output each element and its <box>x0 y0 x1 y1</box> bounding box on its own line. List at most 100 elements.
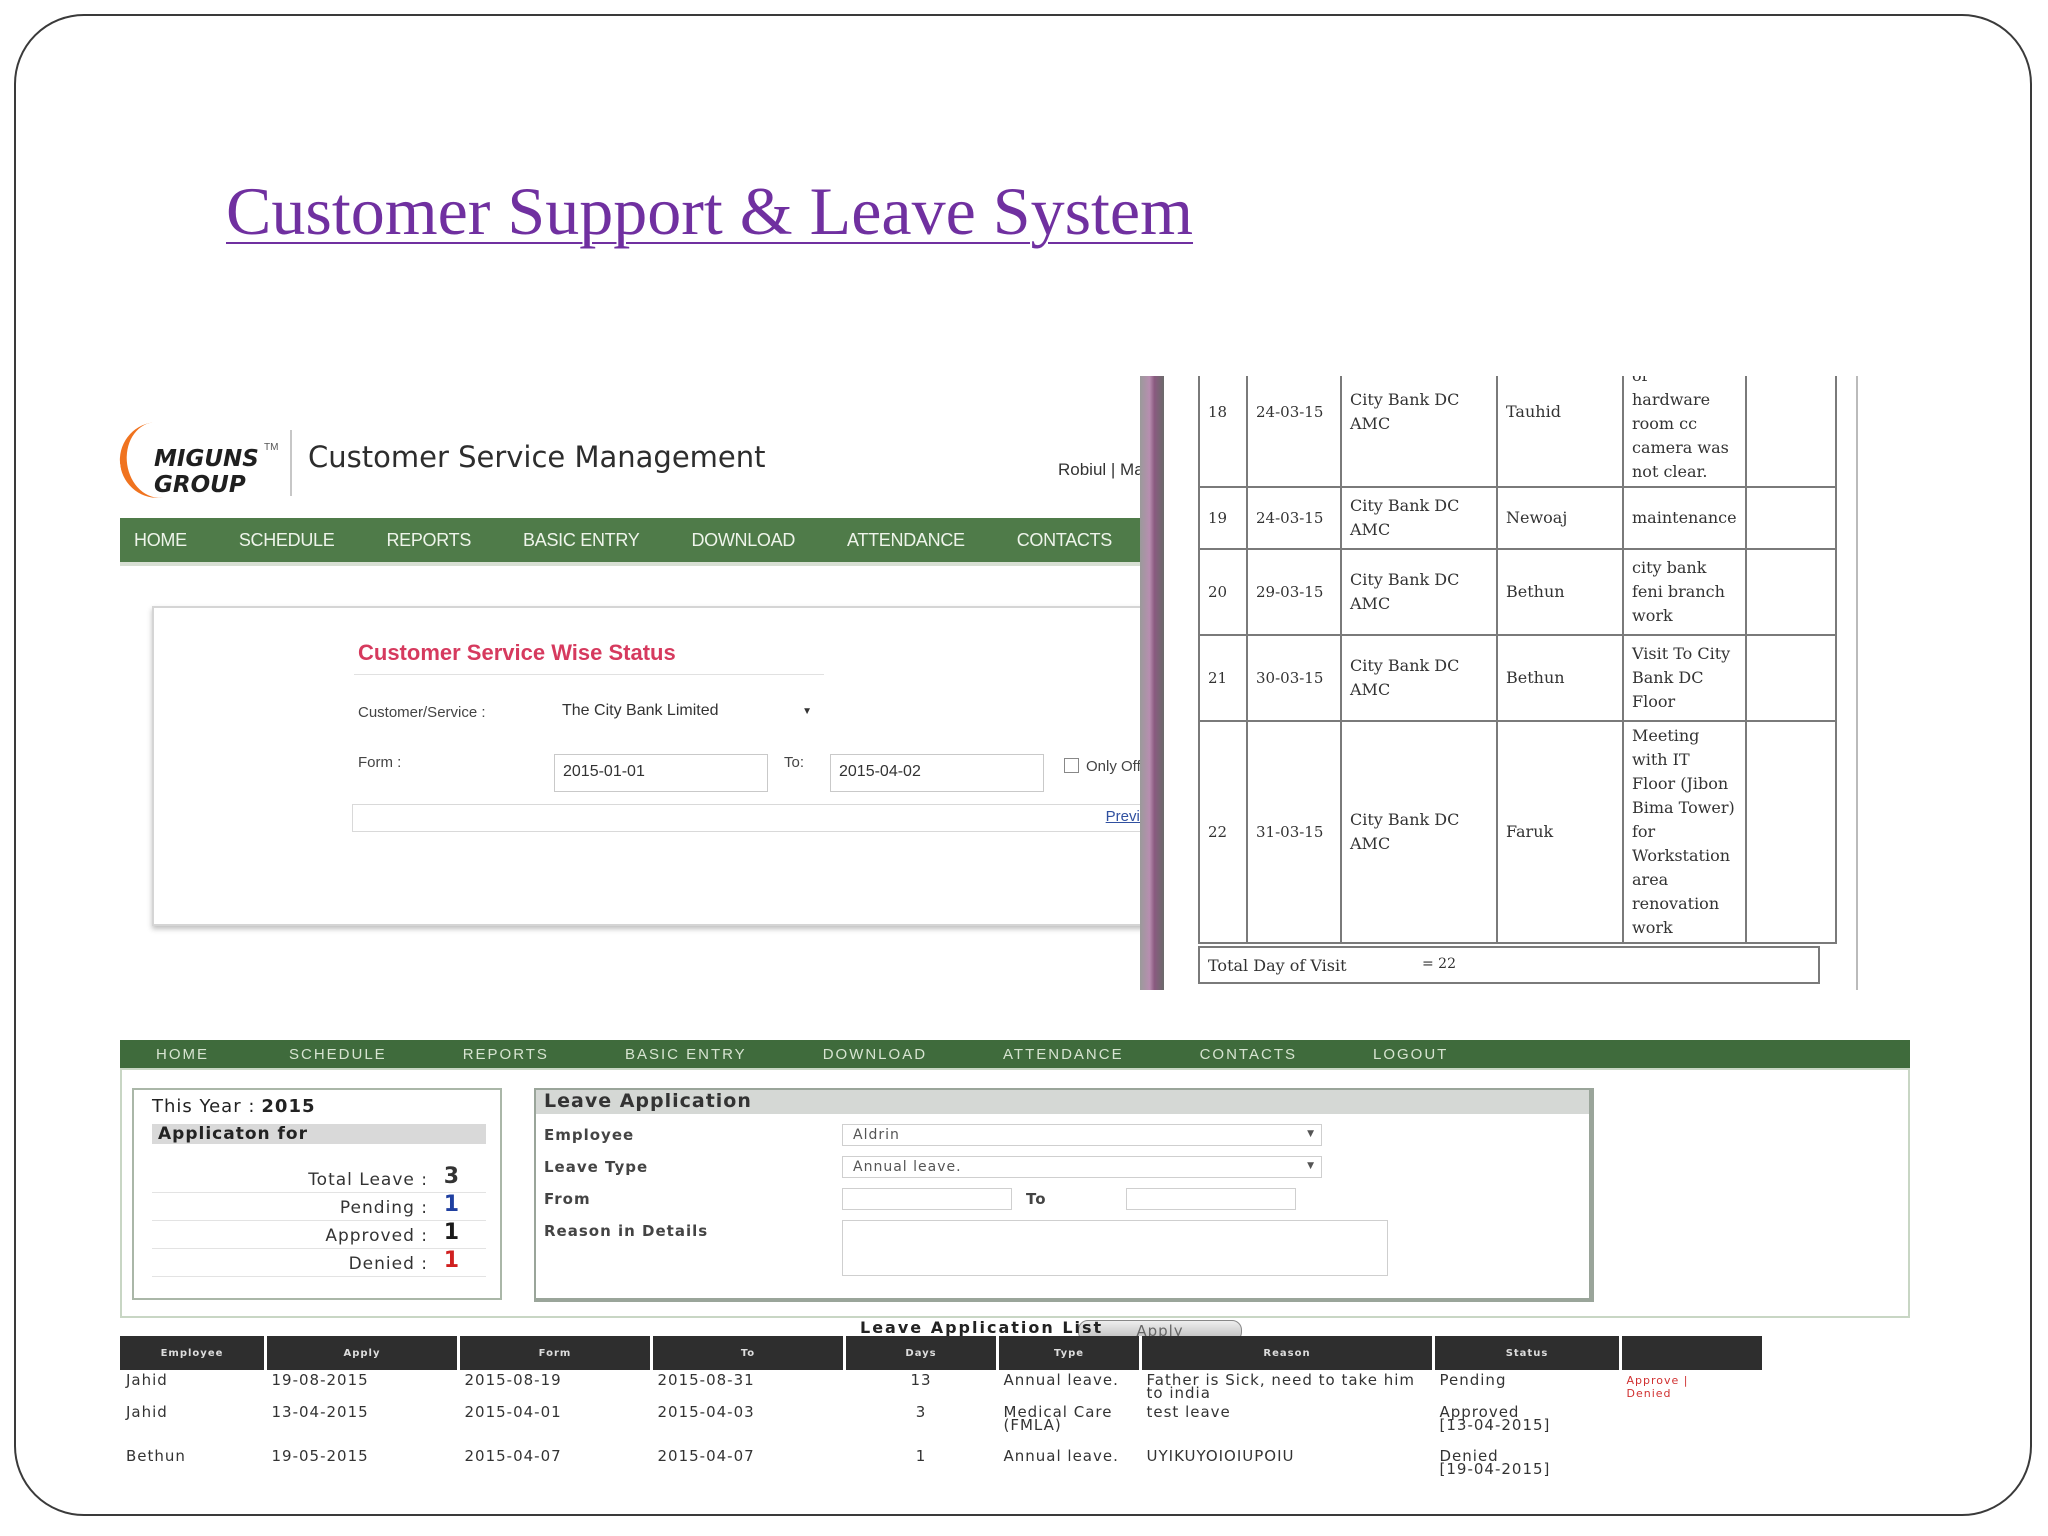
cell-apply: 13-04-2015 <box>271 1403 369 1421</box>
leave-summary: This Year :2015 Applicaton for Total Lea… <box>132 1088 502 1300</box>
cell-apply: 19-05-2015 <box>271 1447 369 1465</box>
summary-approved: Approved : 1 <box>152 1220 486 1249</box>
nav-basic-entry[interactable]: BASIC ENTRY <box>523 530 640 551</box>
to-date-input[interactable]: 2015-04-02 <box>830 754 1044 792</box>
visit-client: City Bank DC AMC <box>1340 634 1498 722</box>
logo-line1: MIGUNS <box>154 446 259 472</box>
visit-client: City Bank DC AMC <box>1340 548 1498 636</box>
nav-attendance[interactable]: ATTENDANCE <box>1003 1046 1124 1063</box>
to-date-input[interactable] <box>1126 1188 1296 1210</box>
leave-body: This Year :2015 Applicaton for Total Lea… <box>120 1068 1910 1342</box>
visit-extra <box>1744 634 1837 722</box>
status-text: Pending <box>1439 1371 1507 1389</box>
nav-contacts[interactable]: CONTACTS <box>1200 1046 1297 1063</box>
deny-link[interactable]: Denied <box>1627 1387 1758 1400</box>
nav-logout[interactable]: LOGOUT <box>1373 1046 1448 1063</box>
cell-reason: test leave <box>1146 1403 1231 1421</box>
approve-link[interactable]: Approve | <box>1627 1374 1758 1387</box>
visit-work-text: hardware room cc camera was not clear. <box>1632 390 1729 481</box>
window-splitter[interactable] <box>1140 376 1164 990</box>
status-panel: Customer Service Wise Status Customer/Se… <box>152 606 1148 926</box>
slide-title: Customer Support & Leave System <box>226 173 1194 249</box>
employee-select[interactable]: Aldrin ▼ <box>842 1124 1322 1146</box>
header-divider <box>290 430 292 496</box>
table-row: Jahid 13-04-2015 2015-04-01 2015-04-03 3… <box>120 1402 1764 1446</box>
visit-date: 31-03-15 <box>1246 720 1342 944</box>
chevron-down-icon: ▼ <box>1307 1129 1315 1139</box>
cell-status: Pending <box>1434 1370 1621 1402</box>
table-row: 21 30-03-15 City Bank DC AMC Bethun Visi… <box>1198 634 1837 722</box>
cell-employee: Jahid <box>126 1403 168 1421</box>
nav-home[interactable]: HOME <box>156 1046 209 1063</box>
cell-employee: Jahid <box>126 1371 168 1389</box>
nav-contacts[interactable]: CONTACTS <box>1017 530 1113 551</box>
employee-label: Employee <box>544 1126 635 1144</box>
nav-reports[interactable]: REPORTS <box>386 530 471 551</box>
visit-work: Visit To City Bank DC Floor <box>1622 634 1747 722</box>
csm-screenshot: MIGUNS GROUP TM Customer Service Managem… <box>118 400 1148 990</box>
leave-application-form: Leave Application Employee Aldrin ▼ Leav… <box>534 1088 1594 1302</box>
this-year-value: 2015 <box>261 1096 316 1117</box>
from-date-input[interactable]: 2015-01-01 <box>554 754 768 792</box>
summary-total: Total Leave : 3 <box>152 1164 486 1193</box>
form-title: Leave Application <box>536 1090 1589 1114</box>
status-date: [13-04-2015] <box>1439 1416 1551 1434</box>
summary-denied: Denied : 1 <box>152 1248 486 1277</box>
col-apply: Apply <box>265 1336 460 1370</box>
visit-date: 24-03-15 <box>1246 486 1342 550</box>
cell-to: 2015-04-03 <box>657 1403 755 1421</box>
visit-extra <box>1744 720 1837 944</box>
nav-basic-entry[interactable]: BASIC ENTRY <box>625 1046 747 1063</box>
customer-select[interactable]: The City Bank Limited ▼ <box>554 694 820 732</box>
this-year-label: This Year : <box>152 1096 256 1117</box>
cell-form: 2015-04-07 <box>464 1447 562 1465</box>
customer-label: Customer/Service : <box>358 704 486 721</box>
nav-home[interactable]: HOME <box>134 530 187 551</box>
nav-schedule[interactable]: SCHEDULE <box>239 530 335 551</box>
nav-schedule[interactable]: SCHEDULE <box>289 1046 387 1063</box>
col-to: To <box>651 1336 846 1370</box>
col-reason: Reason <box>1140 1336 1435 1370</box>
visit-total-bar: Total Day of Visit = 22 <box>1198 946 1820 984</box>
cell-reason: Father is Sick, need to take him to indi… <box>1146 1371 1415 1402</box>
visit-sl: 21 <box>1198 634 1248 722</box>
this-year: This Year :2015 <box>152 1096 316 1117</box>
visit-work: The image of hardware room cc camera was … <box>1622 376 1747 488</box>
nav-reports[interactable]: REPORTS <box>463 1046 549 1063</box>
table-row: 18 24-03-15 City Bank DC AMC Tauhid The … <box>1198 376 1837 488</box>
cell-type: Annual leave. <box>1003 1447 1119 1465</box>
customer-select-value: The City Bank Limited <box>562 702 719 719</box>
cell-action: Approve | Denied <box>1621 1370 1764 1402</box>
visit-work: city bank feni branch work <box>1622 548 1747 636</box>
only-office-checkbox[interactable] <box>1064 758 1079 773</box>
user-name[interactable]: Robiul | Ma <box>1058 460 1144 480</box>
table-row: 19 24-03-15 City Bank DC AMC Newoaj main… <box>1198 486 1837 550</box>
logo-line2: GROUP <box>154 472 246 498</box>
summary-value: 1 <box>443 1248 460 1273</box>
leave-screenshot: HOME SCHEDULE REPORTS BASIC ENTRY DOWNLO… <box>120 1040 1910 1485</box>
visit-table: 18 24-03-15 City Bank DC AMC Tauhid The … <box>1198 376 1837 944</box>
col-type: Type <box>997 1336 1142 1370</box>
cell-reason: UYIKUYOIOIUPOIU <box>1146 1447 1295 1465</box>
summary-value: 1 <box>443 1192 460 1217</box>
visit-extra <box>1744 486 1837 550</box>
chevron-down-icon: ▼ <box>1307 1161 1315 1171</box>
col-action <box>1620 1336 1765 1370</box>
leave-nav: HOME SCHEDULE REPORTS BASIC ENTRY DOWNLO… <box>120 1040 1910 1068</box>
nav-attendance[interactable]: ATTENDANCE <box>847 530 965 551</box>
summary-value: 3 <box>443 1164 460 1189</box>
to-label: To <box>1026 1190 1047 1208</box>
from-date-input[interactable] <box>842 1188 1012 1210</box>
nav-download[interactable]: DOWNLOAD <box>691 530 795 551</box>
col-employee: Employee <box>120 1336 267 1370</box>
visit-total-value: = 22 <box>1422 956 1456 972</box>
summary-label: Denied : <box>348 1254 428 1274</box>
table-row: Bethun 19-05-2015 2015-04-07 2015-04-07 … <box>120 1446 1764 1478</box>
main-nav: HOME SCHEDULE REPORTS BASIC ENTRY DOWNLO… <box>120 518 1148 566</box>
nav-download[interactable]: DOWNLOAD <box>823 1046 927 1063</box>
leave-type-select[interactable]: Annual leave. ▼ <box>842 1156 1322 1178</box>
chevron-down-icon: ▼ <box>802 706 812 717</box>
reason-textarea[interactable] <box>842 1220 1388 1276</box>
leave-type-label: Leave Type <box>544 1158 649 1176</box>
reason-label: Reason in Details <box>544 1222 709 1240</box>
